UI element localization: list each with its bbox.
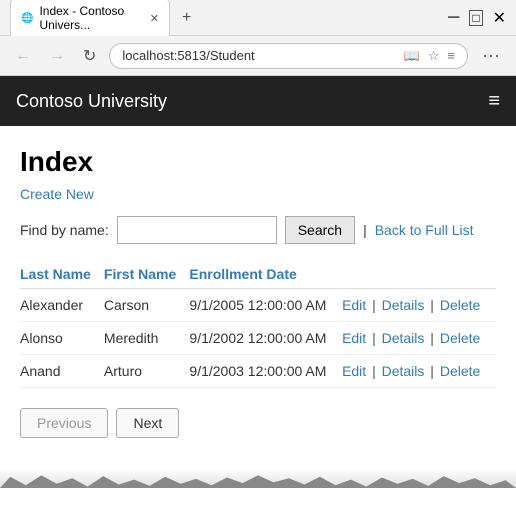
- window-minimize-icon[interactable]: ─: [448, 9, 459, 27]
- table-header-row: Last Name First Name Enrollment Date: [20, 260, 496, 289]
- address-bar-icons: 📖 ☆ ≡: [404, 48, 455, 64]
- details-link[interactable]: Details: [382, 330, 425, 346]
- cell-last-name: Alexander: [20, 289, 104, 322]
- edit-link[interactable]: Edit: [342, 297, 366, 313]
- cell-last-name: Alonso: [20, 322, 104, 355]
- browser-titlebar: 🌐 Index - Contoso Univers... ✕ + ─ □ ✕: [0, 0, 516, 36]
- hamburger-menu-icon[interactable]: ≡: [488, 90, 500, 113]
- cell-actions: Edit | Details | Delete: [342, 322, 496, 355]
- search-button[interactable]: Search: [285, 216, 355, 244]
- action-sep: |: [430, 297, 438, 313]
- cell-last-name: Anand: [20, 355, 104, 388]
- cell-actions: Edit | Details | Delete: [342, 289, 496, 322]
- search-row: Find by name: Search | Back to Full List: [20, 216, 496, 244]
- action-sep: |: [372, 363, 380, 379]
- search-input[interactable]: [117, 216, 277, 244]
- col-last-name: Last Name: [20, 260, 104, 289]
- browser-menu-button[interactable]: ···: [476, 43, 506, 68]
- next-button[interactable]: Next: [116, 408, 179, 438]
- edit-link[interactable]: Edit: [342, 363, 366, 379]
- table-row: Alonso Meredith 9/1/2002 12:00:00 AM Edi…: [20, 322, 496, 355]
- col-actions: [342, 260, 496, 289]
- tab-title: Index - Contoso Univers...: [39, 4, 137, 32]
- action-sep: |: [372, 297, 380, 313]
- cell-first-name: Arturo: [104, 355, 190, 388]
- table-row: Alexander Carson 9/1/2005 12:00:00 AM Ed…: [20, 289, 496, 322]
- reader-mode-icon[interactable]: 📖: [404, 48, 420, 64]
- action-sep: |: [430, 363, 438, 379]
- students-table: Last Name First Name Enrollment Date Ale…: [20, 260, 496, 388]
- address-menu-icon[interactable]: ≡: [447, 48, 455, 64]
- tab-favicon-icon: 🌐: [21, 13, 33, 24]
- bottom-decoration: [0, 468, 516, 488]
- delete-link[interactable]: Delete: [440, 330, 480, 346]
- delete-link[interactable]: Delete: [440, 297, 480, 313]
- cell-actions: Edit | Details | Delete: [342, 355, 496, 388]
- search-separator: |: [363, 222, 367, 238]
- cell-first-name: Carson: [104, 289, 190, 322]
- window-close-icon[interactable]: ✕: [493, 8, 506, 28]
- cell-enrollment-date: 9/1/2002 12:00:00 AM: [189, 322, 342, 355]
- create-new-link[interactable]: Create New: [20, 186, 496, 202]
- cell-first-name: Meredith: [104, 322, 190, 355]
- cell-enrollment-date: 9/1/2003 12:00:00 AM: [189, 355, 342, 388]
- window-maximize-icon[interactable]: □: [469, 10, 482, 26]
- edit-link[interactable]: Edit: [342, 330, 366, 346]
- app-title: Contoso University: [16, 91, 167, 112]
- pagination-row: Previous Next: [20, 408, 496, 438]
- delete-link[interactable]: Delete: [440, 363, 480, 379]
- browser-tab[interactable]: 🌐 Index - Contoso Univers... ✕: [10, 0, 170, 36]
- action-sep: |: [372, 330, 380, 346]
- previous-button[interactable]: Previous: [20, 408, 108, 438]
- page-content: Index Create New Find by name: Search | …: [0, 126, 516, 468]
- back-button[interactable]: ←: [10, 45, 36, 67]
- address-bar[interactable]: localhost:5813/Student 📖 ☆ ≡: [109, 43, 468, 69]
- tab-close-icon[interactable]: ✕: [150, 12, 159, 25]
- new-tab-button[interactable]: +: [178, 9, 195, 27]
- app-header: Contoso University ≡: [0, 76, 516, 126]
- refresh-button[interactable]: ↻: [78, 44, 101, 68]
- address-text: localhost:5813/Student: [122, 48, 254, 63]
- table-row: Anand Arturo 9/1/2003 12:00:00 AM Edit |…: [20, 355, 496, 388]
- action-sep: |: [430, 330, 438, 346]
- page-title: Index: [20, 146, 496, 178]
- browser-toolbar: ← → ↻ localhost:5813/Student 📖 ☆ ≡ ···: [0, 36, 516, 76]
- details-link[interactable]: Details: [382, 297, 425, 313]
- forward-button[interactable]: →: [44, 45, 70, 67]
- back-to-full-list-link[interactable]: Back to Full List: [375, 222, 474, 238]
- col-enrollment-date: Enrollment Date: [189, 260, 342, 289]
- bookmark-icon[interactable]: ☆: [428, 48, 440, 64]
- col-first-name: First Name: [104, 260, 190, 289]
- find-by-name-label: Find by name:: [20, 222, 109, 238]
- details-link[interactable]: Details: [382, 363, 425, 379]
- cell-enrollment-date: 9/1/2005 12:00:00 AM: [189, 289, 342, 322]
